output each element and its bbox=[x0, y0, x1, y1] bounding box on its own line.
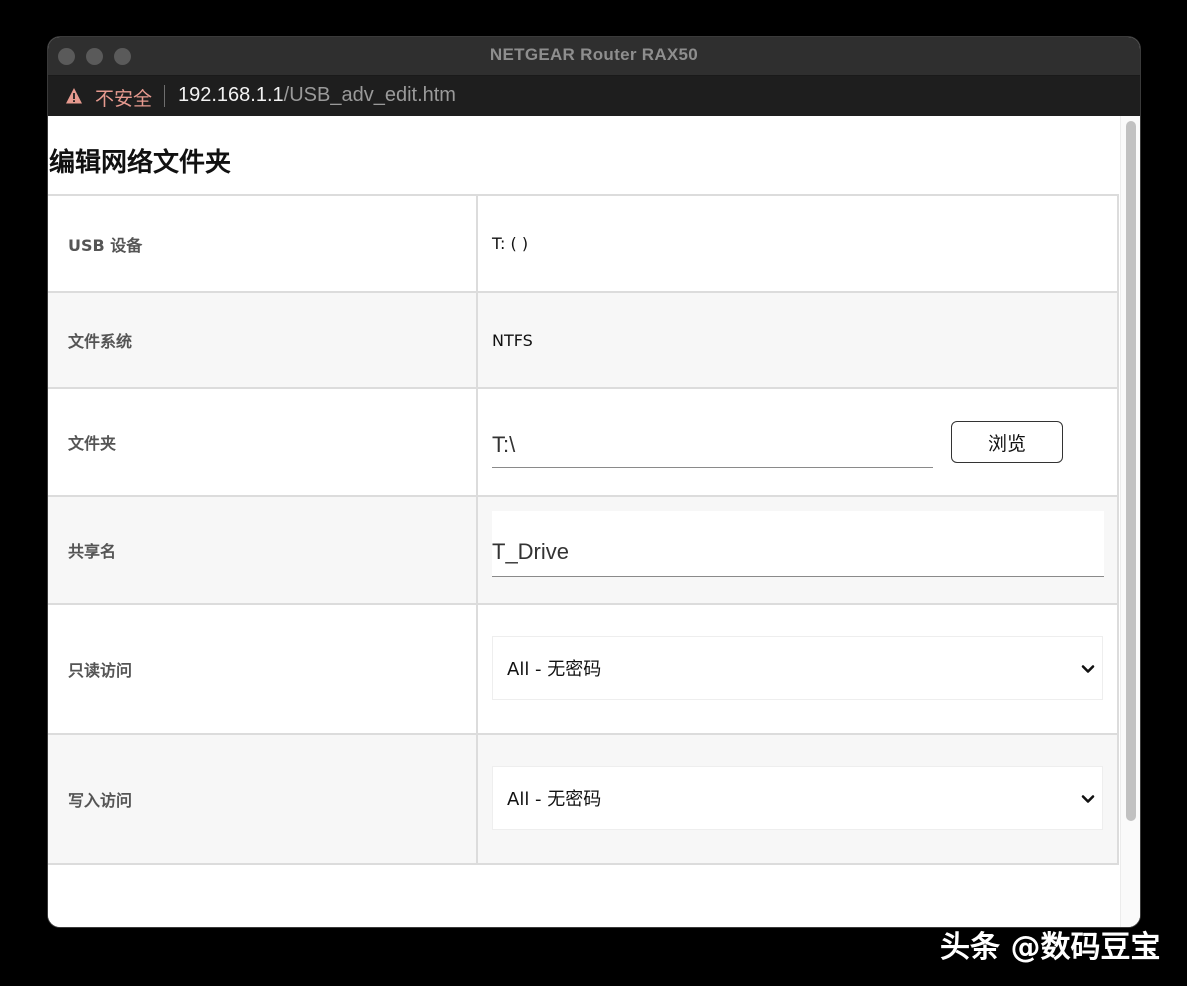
column-divider bbox=[476, 196, 478, 291]
url-text[interactable]: 192.168.1.1/USB_adv_edit.htm bbox=[178, 84, 456, 107]
url-host: 192.168.1.1 bbox=[178, 84, 284, 106]
file-system-value: NTFS bbox=[492, 330, 533, 350]
row-edge bbox=[1117, 497, 1119, 603]
row-edge bbox=[1117, 605, 1119, 733]
vertical-scrollbar[interactable] bbox=[1120, 116, 1140, 927]
address-separator bbox=[164, 85, 165, 107]
warning-icon bbox=[66, 88, 82, 104]
write-access-select[interactable]: All - 无密码 bbox=[492, 766, 1103, 830]
read-access-row: 只读访问 All - 无密码 bbox=[48, 605, 1119, 735]
column-divider bbox=[476, 293, 478, 387]
chevron-down-icon bbox=[1081, 665, 1095, 673]
row-edge bbox=[1117, 196, 1119, 291]
browse-button[interactable]: 浏览 bbox=[951, 421, 1063, 463]
watermark: 头条 @数码豆宝 bbox=[940, 930, 1161, 965]
row-edge bbox=[1117, 735, 1119, 863]
read-access-selected-value: All - 无密码 bbox=[507, 659, 602, 680]
column-divider bbox=[476, 735, 478, 863]
page-title: 编辑网络文件夹 bbox=[49, 148, 232, 178]
write-access-row: 写入访问 All - 无密码 bbox=[48, 735, 1119, 865]
file-system-row: 文件系统 NTFS bbox=[48, 293, 1119, 389]
folder-label: 文件夹 bbox=[68, 434, 117, 453]
column-divider bbox=[476, 497, 478, 603]
security-indicator[interactable]: 不安全 bbox=[95, 84, 152, 111]
folder-path-input[interactable] bbox=[492, 423, 933, 468]
scrollbar-thumb[interactable] bbox=[1126, 121, 1136, 821]
chevron-down-icon bbox=[1081, 795, 1095, 803]
share-name-input[interactable] bbox=[492, 511, 1104, 577]
share-name-row: 共享名 bbox=[48, 497, 1119, 605]
write-access-label: 写入访问 bbox=[68, 791, 133, 810]
row-edge bbox=[1117, 293, 1119, 387]
window-title: NETGEAR Router RAX50 bbox=[489, 45, 699, 64]
file-system-label: 文件系统 bbox=[68, 332, 133, 351]
row-edge bbox=[1117, 389, 1119, 495]
folder-row: 文件夹 浏览 bbox=[48, 389, 1119, 497]
usb-device-value: T: ( ) bbox=[492, 234, 529, 253]
column-divider bbox=[476, 389, 478, 495]
write-access-selected-value: All - 无密码 bbox=[507, 789, 602, 810]
page-content: 编辑网络文件夹 USB 设备 T: ( ) 文件系统 NTFS 文件夹 浏览 bbox=[48, 116, 1140, 927]
address-bar[interactable]: 不安全 192.168.1.1/USB_adv_edit.htm bbox=[48, 76, 1140, 116]
folder-settings-table: USB 设备 T: ( ) 文件系统 NTFS 文件夹 浏览 共享名 bbox=[48, 194, 1119, 865]
read-access-label: 只读访问 bbox=[68, 661, 133, 680]
usb-device-row: USB 设备 T: ( ) bbox=[48, 196, 1119, 293]
usb-device-label: USB 设备 bbox=[68, 235, 143, 255]
read-access-select[interactable]: All - 无密码 bbox=[492, 636, 1103, 700]
share-name-label: 共享名 bbox=[68, 542, 117, 561]
window-titlebar: NETGEAR Router RAX50 bbox=[48, 37, 1140, 76]
browser-window: NETGEAR Router RAX50 不安全 192.168.1.1/USB… bbox=[48, 37, 1140, 927]
url-path: /USB_adv_edit.htm bbox=[283, 84, 456, 106]
column-divider bbox=[476, 605, 478, 733]
